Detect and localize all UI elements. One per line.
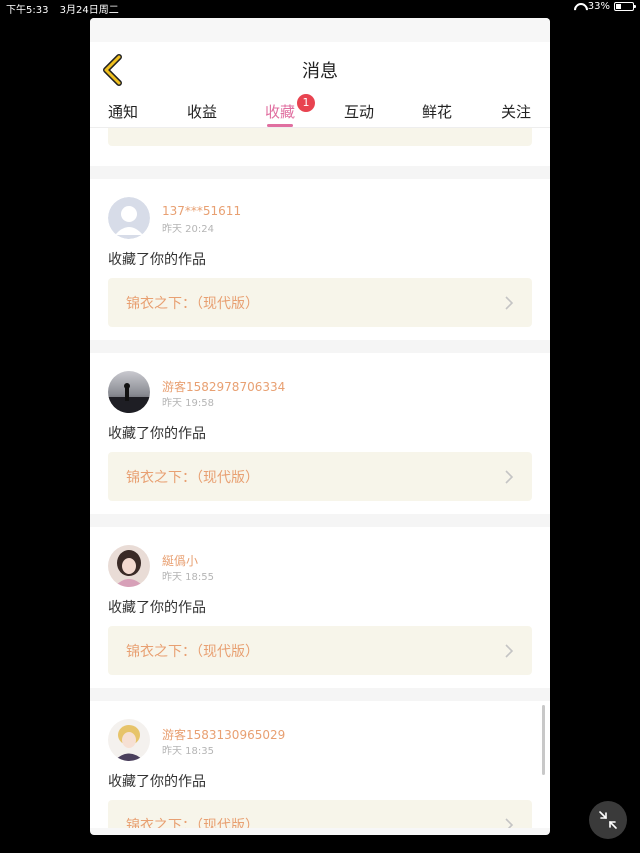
- work-title: 锦衣之下：（现代版）: [126, 296, 259, 312]
- username[interactable]: 游客1582978706334: [162, 378, 285, 395]
- action-text: 收藏了你的作品: [108, 774, 206, 790]
- tab-label: 通知: [107, 103, 139, 121]
- timestamp: 昨天 18:35: [162, 746, 214, 757]
- wifi-icon: [574, 3, 584, 11]
- tab-label: 鲜花: [421, 103, 453, 121]
- tab-bar: 通知 收益 收藏 1 互动 鲜花 关注: [90, 94, 550, 128]
- active-tab-indicator: [267, 124, 293, 127]
- chevron-right-icon: [505, 470, 514, 484]
- scrollbar[interactable]: [542, 705, 545, 775]
- photo-avatar-girl-icon: [108, 545, 150, 587]
- username[interactable]: 137***51611: [162, 204, 241, 218]
- avatar[interactable]: [108, 197, 150, 239]
- collapse-arrows-icon: [599, 811, 617, 829]
- work-link[interactable]: 锦衣之下：（现代版）: [108, 800, 532, 828]
- action-text: 收藏了你的作品: [108, 426, 206, 442]
- status-date: 3月24日周二: [59, 5, 119, 16]
- page-title: 消息: [302, 61, 338, 82]
- action-text: 收藏了你的作品: [108, 600, 206, 616]
- work-link[interactable]: 锦衣之下：（现代版）: [108, 452, 532, 501]
- work-title: 锦衣之下：（现代版）: [126, 470, 259, 486]
- avatar[interactable]: [108, 545, 150, 587]
- collapse-button[interactable]: [589, 801, 627, 839]
- message-list[interactable]: 137***51611 昨天 20:24 收藏了你的作品 锦衣之下：（现代版） …: [90, 128, 550, 828]
- chevron-right-icon: [505, 296, 514, 310]
- unread-badge: 1: [297, 94, 316, 112]
- previous-item-remainder: [90, 128, 550, 166]
- work-link[interactable]: 锦衣之下：（现代版）: [108, 626, 532, 675]
- battery-percent: 33%: [587, 1, 610, 12]
- username[interactable]: 游客1583130965029: [162, 726, 285, 743]
- battery-icon: [614, 2, 636, 11]
- tab-label: 关注: [500, 103, 532, 121]
- tab-label: 收益: [186, 103, 218, 121]
- status-bar: 下午5:33 3月24日周二 33%: [0, 0, 640, 16]
- default-avatar-icon: [108, 197, 150, 239]
- photo-avatar-silhouette-icon: [108, 371, 150, 413]
- list-item[interactable]: 游客1583130965029 昨天 18:35 收藏了你的作品 锦衣之下：（现…: [90, 701, 550, 828]
- timestamp: 昨天 18:55: [162, 572, 214, 583]
- top-strip: [90, 18, 550, 42]
- chevron-right-icon: [505, 644, 514, 658]
- header: 消息: [90, 42, 550, 96]
- work-title: 锦衣之下：（现代版）: [126, 818, 259, 828]
- status-time: 下午5:33: [6, 5, 49, 16]
- work-title: 锦衣之下：（现代版）: [126, 644, 259, 660]
- tab-follow[interactable]: 关注: [501, 101, 531, 122]
- timestamp: 昨天 20:24: [162, 224, 214, 235]
- work-link[interactable]: 锦衣之下：（现代版）: [108, 278, 532, 327]
- tab-interactions[interactable]: 互动: [344, 101, 374, 122]
- list-item[interactable]: 137***51611 昨天 20:24 收藏了你的作品 锦衣之下：（现代版）: [90, 179, 550, 340]
- tab-earnings[interactable]: 收益: [187, 101, 217, 122]
- list-item[interactable]: 綖僞小 昨天 18:55 收藏了你的作品 锦衣之下：（现代版）: [90, 527, 550, 688]
- avatar[interactable]: [108, 371, 150, 413]
- timestamp: 昨天 19:58: [162, 398, 214, 409]
- avatar[interactable]: [108, 719, 150, 761]
- messages-panel: 消息 通知 收益 收藏 1 互动 鲜花 关注 137***51611 昨天 20…: [90, 18, 550, 835]
- username[interactable]: 綖僞小: [162, 552, 198, 569]
- tab-flowers[interactable]: 鲜花: [422, 101, 452, 122]
- action-text: 收藏了你的作品: [108, 252, 206, 268]
- chevron-right-icon: [505, 818, 514, 828]
- tab-label: 互动: [343, 103, 375, 121]
- tab-label: 收藏: [264, 103, 296, 121]
- list-item[interactable]: 游客1582978706334 昨天 19:58 收藏了你的作品 锦衣之下：（现…: [90, 353, 550, 514]
- tab-favorites[interactable]: 收藏 1: [264, 94, 316, 122]
- photo-avatar-boy-icon: [108, 719, 150, 761]
- tab-notifications[interactable]: 通知: [108, 101, 138, 122]
